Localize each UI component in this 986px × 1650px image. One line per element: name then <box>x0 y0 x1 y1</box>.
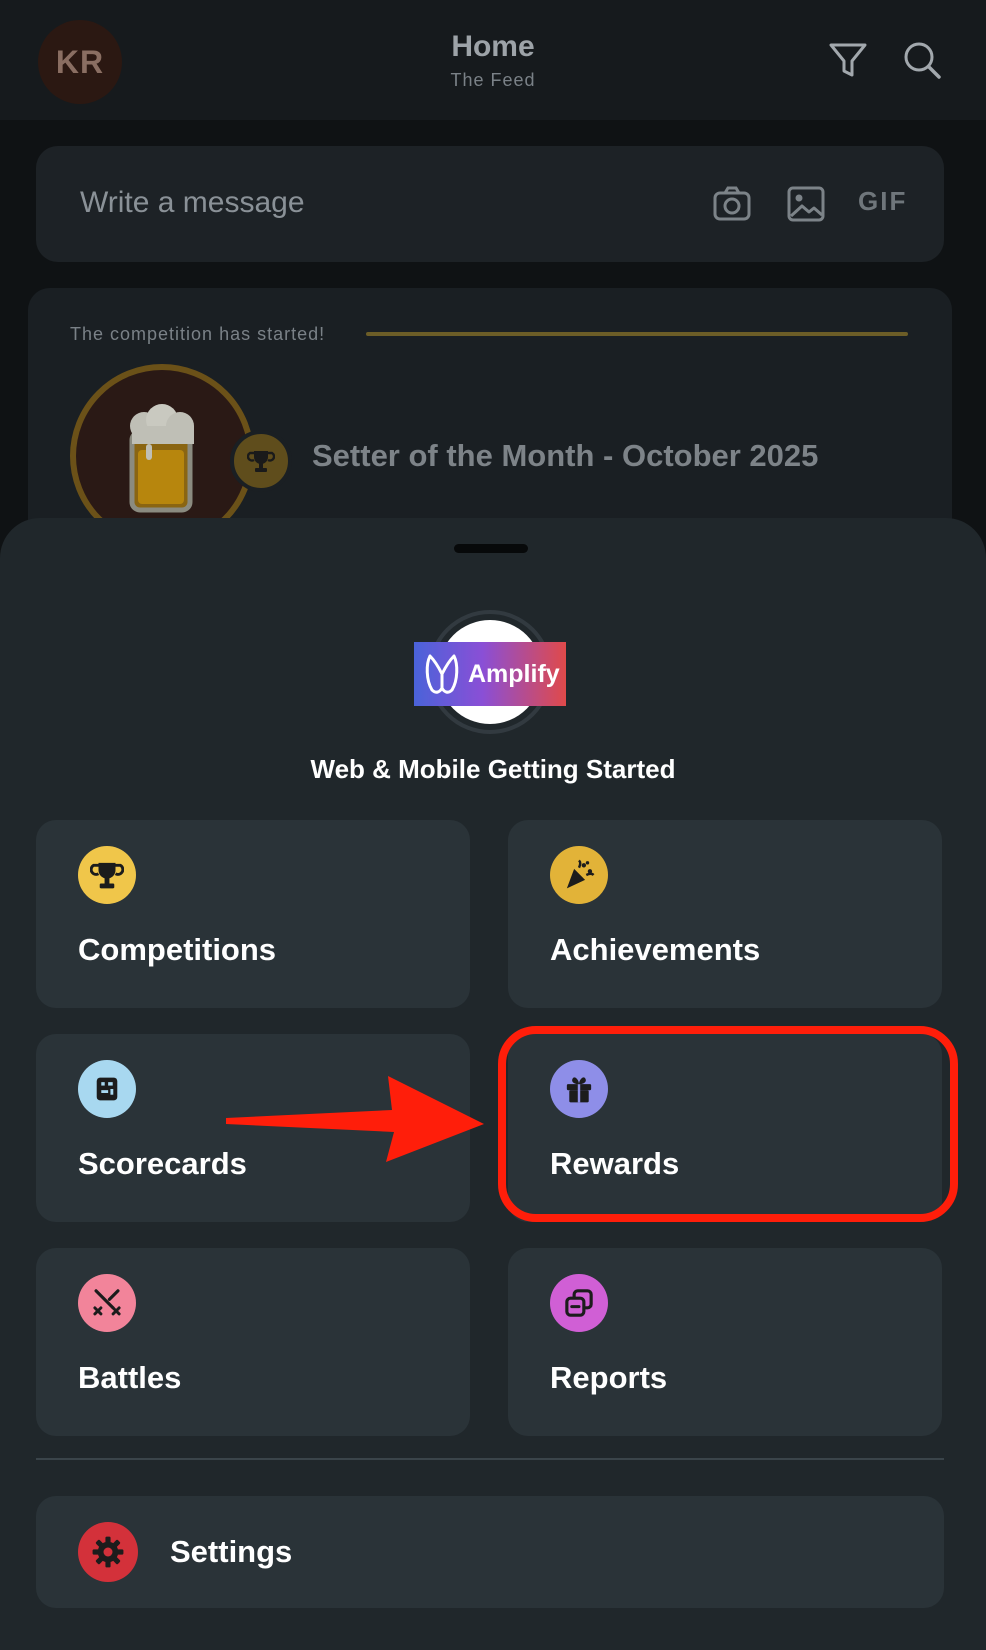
party-popper-icon <box>550 846 608 904</box>
tile-competitions[interactable]: Competitions <box>36 820 470 1008</box>
filter-icon[interactable] <box>826 38 870 82</box>
sheet-grabber[interactable] <box>454 544 528 553</box>
beer-mug-icon <box>129 404 194 513</box>
trophy-icon <box>78 846 136 904</box>
reports-icon <box>550 1274 608 1332</box>
tile-reports[interactable]: Reports <box>508 1248 942 1436</box>
scorecard-icon <box>78 1060 136 1118</box>
tile-label: Scorecards <box>78 1146 247 1181</box>
tile-label: Competitions <box>78 932 277 967</box>
tile-achievements[interactable]: Achievements <box>508 820 942 1008</box>
app-header: KR Home The Feed <box>0 0 986 120</box>
message-composer[interactable]: Write a message GIF <box>36 146 944 262</box>
message-input-placeholder[interactable]: Write a message <box>80 186 305 220</box>
trophy-badge <box>230 430 292 492</box>
tile-label: Reports <box>550 1360 668 1395</box>
crossed-swords-icon <box>78 1274 136 1332</box>
trophy-icon <box>247 451 275 472</box>
competition-title[interactable]: Setter of the Month - October 2025 <box>312 438 818 474</box>
image-icon[interactable] <box>784 182 828 226</box>
amplify-logo-icon <box>425 654 459 694</box>
amplify-logo: Amplify <box>414 642 566 706</box>
search-icon[interactable] <box>900 38 944 82</box>
brand-name: Amplify <box>468 659 560 688</box>
settings-row[interactable]: Settings <box>36 1496 944 1608</box>
tile-label: Achievements <box>550 932 761 967</box>
competition-status: The competition has started! <box>70 324 326 344</box>
rewards-highlight-box <box>498 1026 958 1222</box>
sheet-title: Web & Mobile Getting Started <box>310 754 676 784</box>
competition-card[interactable]: The competition has started! Setter of t… <box>28 288 952 548</box>
tile-battles[interactable]: Battles <box>36 1248 470 1436</box>
settings-label: Settings <box>170 1534 293 1569</box>
competition-progress-line <box>366 332 908 336</box>
annotation-arrow-icon <box>226 1076 484 1162</box>
tile-label: Battles <box>78 1360 182 1395</box>
sheet-divider <box>36 1458 944 1460</box>
gear-icon <box>78 1522 138 1582</box>
camera-icon[interactable] <box>710 182 754 226</box>
gif-button[interactable]: GIF <box>858 186 907 217</box>
